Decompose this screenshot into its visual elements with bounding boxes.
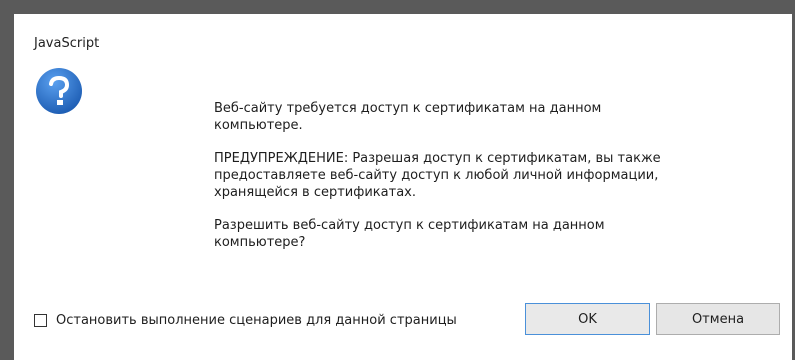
javascript-dialog: JavaScript Веб-сайту требуется доступ к … [14, 14, 792, 360]
dialog-title: JavaScript [34, 36, 100, 51]
message-line-2: ПРЕДУПРЕЖДЕНИЕ: Разрешая доступ к сертиф… [214, 151, 661, 200]
dialog-message: Веб-сайту требуется доступ к сертификата… [214, 100, 684, 267]
message-line-3: Разрешить веб-сайту доступ к сертификата… [214, 218, 605, 250]
stop-scripts-checkbox[interactable]: Остановить выполнение сценариев для данн… [34, 313, 457, 328]
checkbox-box[interactable] [34, 314, 47, 327]
cancel-button[interactable]: Отмена [656, 303, 780, 335]
question-mark-icon [34, 66, 84, 116]
checkbox-label[interactable]: Остановить выполнение сценариев для данн… [56, 313, 457, 328]
ok-button[interactable]: OK [525, 303, 650, 335]
message-line-1: Веб-сайту требуется доступ к сертификата… [214, 101, 602, 133]
